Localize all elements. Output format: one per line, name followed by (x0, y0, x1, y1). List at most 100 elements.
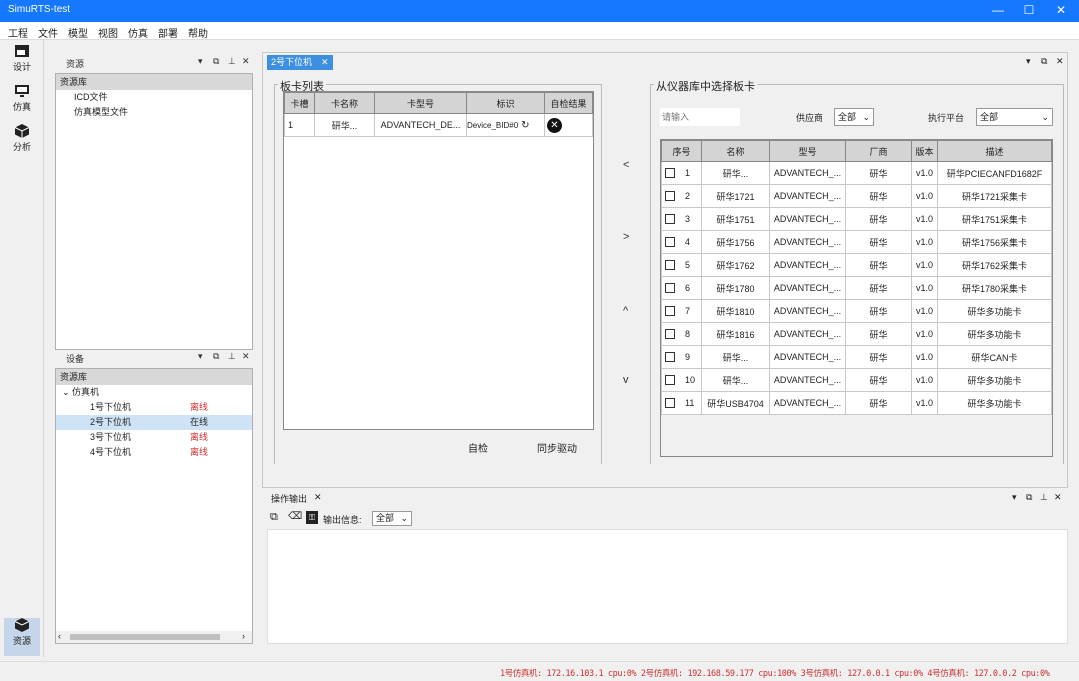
lock-icon[interactable]: ⚿ (306, 511, 318, 524)
horizontal-scrollbar[interactable]: ‹ › (56, 631, 252, 643)
row-checkbox[interactable] (665, 168, 675, 179)
move-left-button[interactable]: < (623, 159, 629, 171)
row-checkbox[interactable] (665, 237, 675, 248)
tree-item-icd[interactable]: ICD文件 (56, 90, 252, 105)
tree-root-simulator[interactable]: ⌄ 仿真机 (56, 385, 252, 400)
cell-model: ADVANTECH_... (769, 345, 846, 369)
cell-no: 10 (661, 368, 702, 392)
analysis-button[interactable]: 分析 (4, 124, 40, 162)
chevron-down-icon: ⌄ (62, 387, 73, 397)
output-log-area[interactable] (267, 529, 1068, 644)
close-button[interactable]: ✕ (1045, 0, 1077, 22)
cell-description: 研华多功能卡 (937, 299, 1052, 323)
table-row[interactable]: 6 研华1780 ADVANTECH_... 研华 v1.0 研华1780采集卡 (661, 276, 1052, 300)
device-panel-header: 设备 ▾ ⧉ ⊥ ✕ (58, 351, 254, 367)
device-item-3[interactable]: 3号下位机 离线 (56, 430, 252, 445)
menu-view[interactable]: 视图 (98, 25, 118, 40)
cell-card-id[interactable]: Device_BID#0 ↻ (466, 113, 545, 137)
platform-select[interactable]: 全部 ⌄ (976, 108, 1053, 126)
cell-description: 研华CAN卡 (937, 345, 1052, 369)
cell-description: 研华多功能卡 (937, 322, 1052, 346)
table-row[interactable]: 8 研华1816 ADVANTECH_... 研华 v1.0 研华多功能卡 (661, 322, 1052, 346)
menu-bar: 工程 文件 模型 视图 仿真 部署 帮助 (0, 22, 1079, 40)
cell-name: 研华USB4704 (701, 391, 770, 415)
sim-button[interactable]: 仿真 (4, 84, 40, 122)
cell-description: 研华1780采集卡 (937, 276, 1052, 300)
table-row[interactable]: 10 研华... ADVANTECH_... 研华 v1.0 研华多功能卡 (661, 368, 1052, 392)
close-icon[interactable]: ✕ (321, 55, 329, 70)
close-icon[interactable]: ✕ (242, 56, 250, 67)
clear-icon[interactable]: ⌫ (288, 511, 302, 522)
move-down-button[interactable]: v (623, 374, 629, 386)
table-row[interactable]: 1 研华... ADVANTECH_DE... Device_BID#0 ↻ ✕ (284, 113, 593, 137)
library-search-input[interactable] (660, 108, 740, 126)
table-row[interactable]: 5 研华1762 ADVANTECH_... 研华 v1.0 研华1762采集卡 (661, 253, 1052, 277)
design-button[interactable]: 设计 (4, 44, 40, 82)
table-row[interactable]: 7 研华1810 ADVANTECH_... 研华 v1.0 研华多功能卡 (661, 299, 1052, 323)
menu-deploy[interactable]: 部署 (158, 25, 178, 40)
cell-name: 研华... (701, 345, 770, 369)
cell-model: ADVANTECH_... (769, 161, 846, 185)
table-row[interactable]: 3 研华1751 ADVANTECH_... 研华 v1.0 研华1751采集卡 (661, 207, 1052, 231)
scroll-right-icon[interactable]: › (242, 631, 245, 641)
refresh-icon[interactable]: ↻ (521, 120, 529, 131)
device-item-4[interactable]: 4号下位机 离线 (56, 445, 252, 460)
scroll-left-icon[interactable]: ‹ (58, 631, 61, 641)
dropdown-icon[interactable]: ▾ (1012, 492, 1017, 503)
cell-version: v1.0 (911, 184, 938, 208)
table-row[interactable]: 1 研华... ADVANTECH_... 研华 v1.0 研华PCIECANFD1682… (661, 161, 1052, 185)
device-item-2[interactable]: 2号下位机 在线 (56, 415, 252, 430)
menu-project[interactable]: 工程 (8, 25, 28, 40)
close-icon[interactable]: ✕ (314, 492, 322, 503)
row-checkbox[interactable] (665, 306, 675, 317)
tree-item-model-files[interactable]: 仿真模型文件 (56, 105, 252, 120)
cell-vendor: 研华 (845, 368, 912, 392)
vendor-select[interactable]: 全部 ⌄ (834, 108, 874, 126)
row-checkbox[interactable] (665, 352, 675, 363)
output-filter-value: 全部 (376, 513, 395, 523)
pin-icon[interactable]: ⊥ (228, 56, 236, 67)
float-icon[interactable]: ⧉ (1041, 56, 1047, 67)
selfcheck-button[interactable]: 自检 (468, 440, 488, 455)
sync-driver-button[interactable]: 同步驱动 (537, 440, 577, 455)
row-checkbox[interactable] (665, 329, 675, 340)
dropdown-icon[interactable]: ▾ (198, 351, 203, 362)
row-checkbox[interactable] (665, 214, 675, 225)
row-checkbox[interactable] (665, 191, 675, 202)
row-checkbox[interactable] (665, 375, 675, 386)
maximize-button[interactable]: ☐ (1013, 0, 1045, 22)
tab-device-2[interactable]: 2号下位机 ✕ (267, 55, 333, 70)
menu-model[interactable]: 模型 (68, 25, 88, 40)
table-row[interactable]: 2 研华1721 ADVANTECH_... 研华 v1.0 研华1721采集卡 (661, 184, 1052, 208)
menu-help[interactable]: 帮助 (188, 25, 208, 40)
close-icon[interactable]: ✕ (242, 351, 250, 362)
float-icon[interactable]: ⧉ (213, 351, 219, 362)
table-row[interactable]: 4 研华1756 ADVANTECH_... 研华 v1.0 研华1756采集卡 (661, 230, 1052, 254)
table-row[interactable]: 11 研华USB4704 ADVANTECH_... 研华 v1.0 研华多功能卡 (661, 391, 1052, 415)
row-checkbox[interactable] (665, 398, 675, 409)
pin-icon[interactable]: ⊥ (228, 351, 236, 362)
device-item-1[interactable]: 1号下位机 离线 (56, 400, 252, 415)
minimize-button[interactable]: — (982, 0, 1014, 22)
scroll-thumb[interactable] (70, 634, 220, 640)
menu-sim[interactable]: 仿真 (128, 25, 148, 40)
cell-description: 研华1751采集卡 (937, 207, 1052, 231)
cell-model: ADVANTECH_... (769, 368, 846, 392)
dropdown-icon[interactable]: ▾ (1026, 56, 1031, 67)
resource-button[interactable]: 资源 (4, 618, 40, 656)
row-checkbox[interactable] (665, 283, 675, 294)
move-up-button[interactable]: ^ (623, 305, 628, 317)
menu-file[interactable]: 文件 (38, 25, 58, 40)
float-icon[interactable]: ⧉ (1026, 492, 1032, 503)
output-filter-select[interactable]: 全部 ⌄ (372, 511, 412, 526)
dropdown-icon[interactable]: ▾ (198, 56, 203, 67)
pin-icon[interactable]: ⊥ (1040, 492, 1048, 503)
copy-icon[interactable]: ⧉ (270, 511, 278, 524)
close-icon[interactable]: ✕ (1054, 492, 1062, 503)
row-checkbox[interactable] (665, 260, 675, 271)
table-row[interactable]: 9 研华... ADVANTECH_... 研华 v1.0 研华CAN卡 (661, 345, 1052, 369)
move-right-button[interactable]: > (623, 231, 629, 243)
close-icon[interactable]: ✕ (1056, 56, 1064, 67)
cell-model: ADVANTECH_... (769, 253, 846, 277)
float-icon[interactable]: ⧉ (213, 56, 219, 67)
